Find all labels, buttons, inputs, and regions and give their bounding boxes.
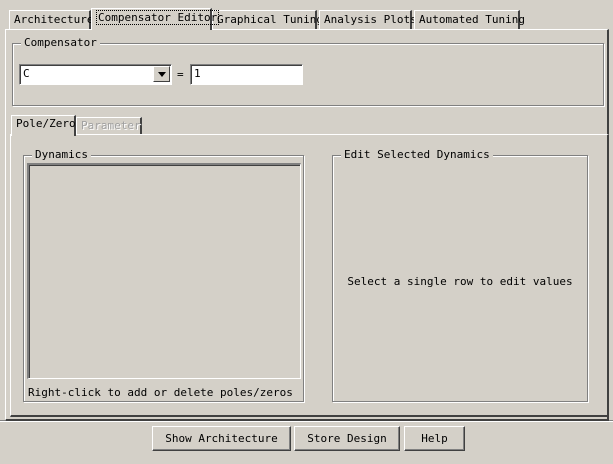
tab-analysis-plots-label: Analysis Plots: [324, 13, 417, 26]
tab-automated-tuning[interactable]: Automated Tuning: [414, 10, 525, 29]
tab-architecture[interactable]: Architecture: [9, 10, 94, 29]
tab-analysis-plots[interactable]: Analysis Plots: [319, 10, 417, 29]
compensator-group-title: Compensator: [21, 36, 100, 50]
tab-graphical-tuning[interactable]: Graphical Tuning: [212, 10, 323, 29]
equals-label: =: [177, 68, 184, 81]
edit-dynamics-message: Select a single row to edit values: [347, 275, 573, 288]
compensator-value-input[interactable]: 1: [190, 64, 303, 85]
store-design-button[interactable]: Store Design: [294, 426, 400, 451]
tab-compensator-editor-label: Compensator Editor: [96, 10, 220, 25]
show-architecture-button[interactable]: Show Architecture: [152, 426, 291, 451]
dynamics-hint: Right-click to add or delete poles/zeros: [28, 386, 293, 399]
compensator-value-text: 1: [194, 67, 201, 80]
tab-architecture-label: Architecture: [14, 13, 94, 26]
dynamics-group-title: Dynamics: [32, 148, 91, 162]
edit-dynamics-group-title: Edit Selected Dynamics: [341, 148, 493, 162]
tab-pole-zero-label: Pole/Zero: [16, 117, 76, 130]
help-button[interactable]: Help: [404, 426, 465, 451]
tab-compensator-editor[interactable]: Compensator Editor: [91, 8, 220, 30]
tab-pole-zero[interactable]: Pole/Zero: [11, 115, 76, 136]
dynamics-table[interactable]: [27, 163, 301, 379]
chevron-down-icon[interactable]: [153, 66, 170, 82]
compensator-select-value: C: [23, 67, 30, 80]
tab-automated-tuning-label: Automated Tuning: [419, 13, 525, 26]
compensator-select[interactable]: C: [19, 64, 172, 85]
tab-graphical-tuning-label: Graphical Tuning: [217, 13, 323, 26]
